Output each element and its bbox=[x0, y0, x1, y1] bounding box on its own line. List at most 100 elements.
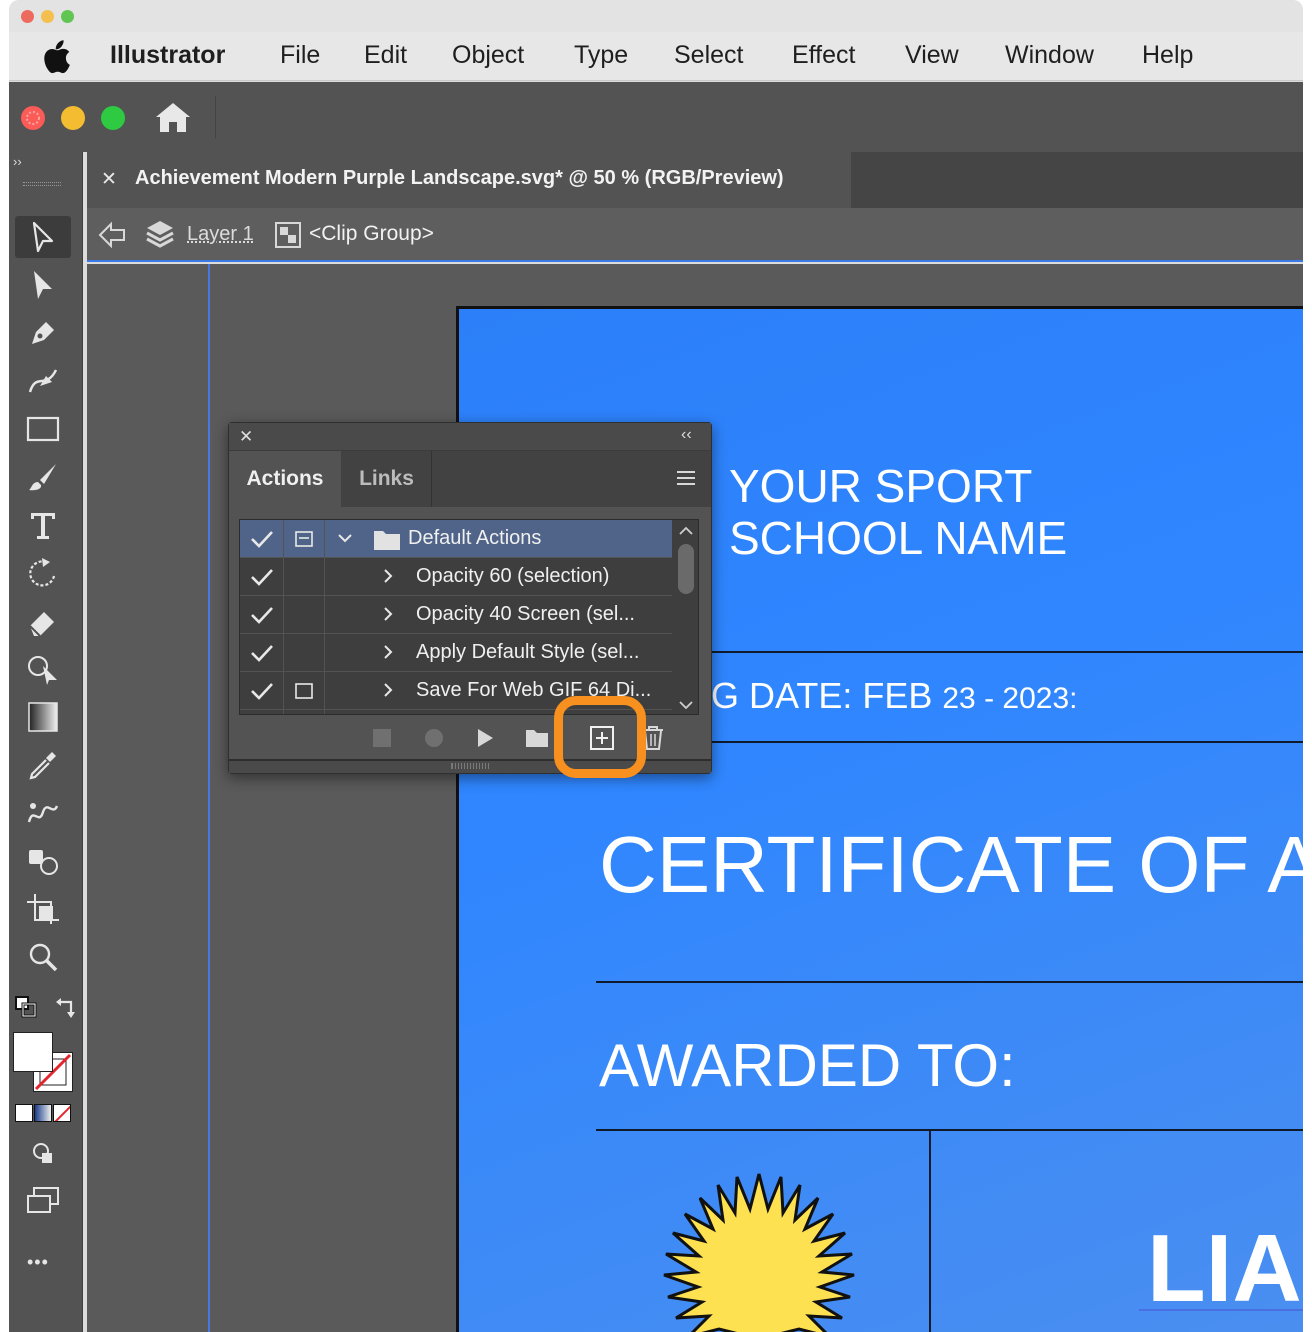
rectangle-tool-icon[interactable] bbox=[15, 408, 71, 450]
screen-mode-icon[interactable] bbox=[15, 1180, 71, 1222]
toggle-dialog-icon[interactable] bbox=[284, 672, 325, 709]
eraser-tool-icon[interactable] bbox=[15, 600, 71, 642]
window-close-button[interactable] bbox=[21, 10, 34, 23]
selection-tool-icon[interactable] bbox=[15, 216, 71, 258]
tab-actions-label: Actions bbox=[246, 467, 324, 490]
chevron-right-icon[interactable] bbox=[380, 567, 396, 590]
create-new-set-button[interactable] bbox=[525, 727, 549, 754]
color-mode-button[interactable] bbox=[15, 1104, 33, 1122]
breadcrumb-layer[interactable]: Layer 1 bbox=[187, 223, 254, 246]
scroll-down-icon[interactable] bbox=[678, 698, 694, 714]
panel-header[interactable]: ✕ ‹‹ bbox=[229, 423, 711, 451]
swap-fill-stroke-icon[interactable] bbox=[55, 996, 79, 1025]
tab-actions[interactable]: Actions bbox=[229, 451, 341, 507]
begin-recording-button[interactable] bbox=[425, 729, 443, 747]
home-icon[interactable] bbox=[153, 100, 193, 139]
gradient-tool-icon[interactable] bbox=[15, 696, 71, 738]
fill-swatch[interactable] bbox=[13, 1032, 53, 1072]
apple-icon[interactable] bbox=[41, 40, 71, 79]
chevron-right-icon[interactable] bbox=[380, 605, 396, 628]
school-name-line1: YOUR SPORT bbox=[729, 460, 1033, 512]
toggle-dialog-cell[interactable] bbox=[284, 634, 325, 671]
toggle-item-checkbox[interactable] bbox=[240, 634, 284, 671]
paintbrush-tool-icon[interactable] bbox=[15, 456, 71, 498]
blend-tool-icon[interactable] bbox=[15, 792, 71, 834]
document-tab-title[interactable]: Achievement Modern Purple Landscape.svg*… bbox=[135, 167, 784, 190]
breadcrumb-group[interactable]: <Clip Group> bbox=[309, 222, 434, 246]
app-minimize-button[interactable] bbox=[61, 106, 85, 130]
tools-collapse-icon[interactable]: ›› bbox=[13, 154, 22, 169]
menu-file[interactable]: File bbox=[280, 41, 320, 70]
document-tab[interactable]: ✕ Achievement Modern Purple Landscape.sv… bbox=[87, 152, 851, 208]
artboard-tool-icon[interactable] bbox=[15, 888, 71, 930]
toggle-dialog-icon[interactable] bbox=[284, 520, 325, 557]
menu-window[interactable]: Window bbox=[1005, 41, 1094, 70]
play-selection-button[interactable] bbox=[475, 727, 495, 754]
panel-menu-icon[interactable] bbox=[675, 469, 697, 492]
chevron-right-icon[interactable] bbox=[380, 643, 396, 666]
symbol-sprayer-tool-icon[interactable] bbox=[15, 840, 71, 882]
window-title-bar bbox=[9, 0, 1303, 32]
menu-type[interactable]: Type bbox=[574, 41, 628, 70]
panel-collapse-icon[interactable]: ‹‹ bbox=[681, 426, 692, 444]
chevron-right-icon[interactable] bbox=[380, 681, 396, 704]
pen-tool-icon[interactable] bbox=[15, 312, 71, 354]
shape-builder-tool-icon[interactable] bbox=[15, 648, 71, 690]
scroll-thumb[interactable] bbox=[678, 544, 694, 594]
chevron-down-icon[interactable] bbox=[336, 530, 354, 551]
panel-tabs: Actions Links bbox=[229, 451, 711, 507]
menu-app-name[interactable]: Illustrator bbox=[110, 41, 225, 70]
vertical-divider bbox=[929, 1131, 931, 1332]
ruler-guide bbox=[208, 264, 210, 1332]
rotate-tool-icon[interactable] bbox=[15, 552, 71, 594]
more-tools-icon[interactable]: ••• bbox=[27, 1252, 49, 1273]
toggle-dialog-cell[interactable] bbox=[284, 596, 325, 633]
isolation-breadcrumb: Layer 1 <Clip Group> bbox=[87, 208, 1303, 262]
eyedropper-tool-icon[interactable] bbox=[15, 744, 71, 786]
action-row[interactable]: Opacity 40 Screen (sel... bbox=[240, 596, 672, 634]
window-minimize-button[interactable] bbox=[41, 10, 54, 23]
divider-top bbox=[709, 651, 1303, 653]
action-row[interactable]: Apply Default Style (sel... bbox=[240, 634, 672, 672]
stop-playing-button[interactable] bbox=[373, 729, 391, 747]
type-tool-icon[interactable] bbox=[15, 504, 71, 546]
list-scrollbar[interactable] bbox=[674, 520, 698, 714]
window-zoom-button[interactable] bbox=[61, 10, 74, 23]
app-window: Illustrator File Edit Object Type Select… bbox=[9, 0, 1303, 1332]
tab-links[interactable]: Links bbox=[342, 451, 432, 507]
direct-selection-tool-icon[interactable] bbox=[15, 264, 71, 306]
back-arrow-icon[interactable] bbox=[97, 221, 127, 254]
action-label: Opacity 60 (selection) bbox=[416, 565, 610, 587]
toggle-item-checkbox[interactable] bbox=[240, 558, 284, 595]
menu-effect[interactable]: Effect bbox=[792, 41, 855, 70]
default-fill-stroke-icon[interactable] bbox=[15, 996, 39, 1025]
toggle-item-checkbox[interactable] bbox=[240, 672, 284, 709]
recipient-name: LIA bbox=[1147, 1215, 1302, 1322]
zoom-tool-icon[interactable] bbox=[15, 936, 71, 978]
menu-object[interactable]: Object bbox=[452, 41, 524, 70]
menu-view[interactable]: View bbox=[905, 41, 959, 70]
toggle-item-checkbox[interactable] bbox=[240, 596, 284, 633]
date-label: G DATE: FEB bbox=[711, 675, 943, 716]
menu-edit[interactable]: Edit bbox=[364, 41, 407, 70]
toggle-dialog-cell[interactable] bbox=[284, 558, 325, 595]
drawing-modes-icon[interactable] bbox=[15, 1132, 71, 1174]
none-mode-button[interactable] bbox=[53, 1104, 71, 1122]
action-row[interactable]: Opacity 60 (selection) bbox=[240, 558, 672, 596]
date-value: 23 - 2023: bbox=[942, 682, 1078, 715]
panel-close-icon[interactable]: ✕ bbox=[239, 427, 253, 447]
tools-grip[interactable] bbox=[23, 182, 61, 186]
app-close-button[interactable] bbox=[21, 106, 45, 130]
divider-date bbox=[709, 741, 1303, 743]
curvature-tool-icon[interactable] bbox=[15, 360, 71, 402]
action-set-row[interactable]: Default Actions bbox=[240, 520, 672, 558]
close-tab-icon[interactable]: ✕ bbox=[101, 168, 117, 191]
gradient-mode-button[interactable] bbox=[34, 1104, 52, 1122]
menu-help[interactable]: Help bbox=[1142, 41, 1193, 70]
menu-select[interactable]: Select bbox=[674, 41, 743, 70]
toggle-item-checkbox[interactable] bbox=[240, 520, 284, 557]
application-bar bbox=[9, 82, 1303, 152]
app-zoom-button[interactable] bbox=[101, 106, 125, 130]
divider-middle bbox=[596, 981, 1303, 983]
scroll-up-icon[interactable] bbox=[678, 524, 694, 542]
